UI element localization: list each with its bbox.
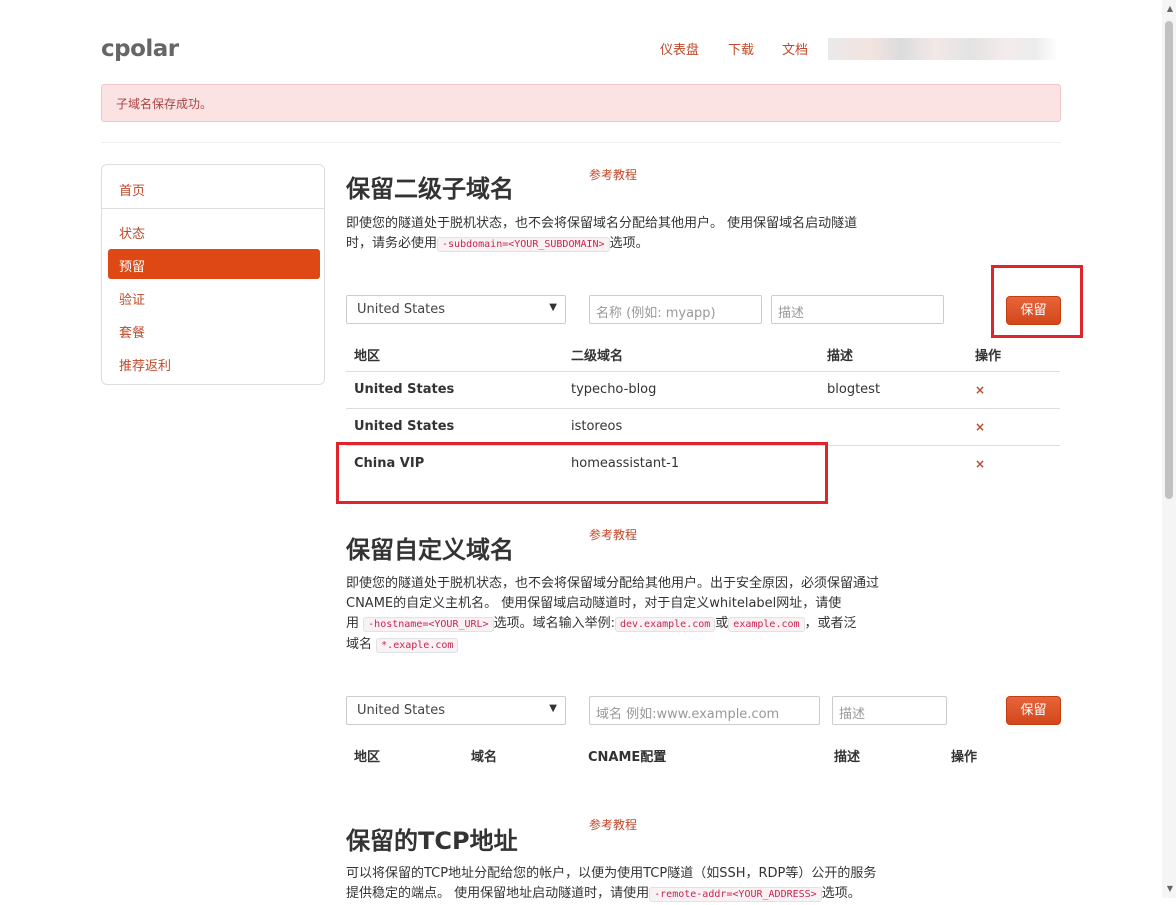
- alert-text: 子域名保存成功。: [116, 97, 213, 111]
- subdomain-title: 保留二级子域名: [346, 175, 514, 203]
- sidebar-item-reserved[interactable]: 预留: [108, 249, 320, 279]
- table-cell-region: United States: [354, 382, 455, 397]
- desc-text: 选项。: [821, 886, 861, 901]
- remote-addr-flag-code: -remote-addr=<YOUR_ADDRESS>: [649, 887, 822, 902]
- desc-text: 提供稳定的端点。 使用保留地址启动隧道时，请使用: [346, 886, 650, 901]
- sidebar-item-status[interactable]: 状态: [108, 216, 320, 246]
- delete-icon[interactable]: ×: [975, 457, 985, 471]
- custom-save-button[interactable]: 保留: [1006, 696, 1061, 725]
- custom-region-select[interactable]: United States ▼: [346, 696, 566, 725]
- highlight-box-row: [336, 442, 828, 504]
- nav-dashboard[interactable]: 仪表盘: [660, 39, 699, 58]
- col-header-subdomain: 二级域名: [571, 349, 624, 364]
- sidebar: 首页 状态 预留 验证 套餐 推荐返利: [101, 164, 325, 385]
- brand-logo[interactable]: cpolar: [101, 36, 179, 62]
- table-cell-subdomain: typecho-blog: [571, 382, 657, 397]
- divider: [101, 142, 1061, 143]
- hostname-flag-code: -hostname=<YOUR_URL>: [363, 617, 494, 632]
- desc-text: ，或者泛: [804, 616, 857, 631]
- col-header-actions: 操作: [975, 349, 1002, 364]
- sidebar-item-verify[interactable]: 验证: [108, 282, 320, 312]
- sidebar-item-home[interactable]: 首页: [108, 173, 320, 203]
- sidebar-item-plan[interactable]: 套餐: [108, 315, 320, 345]
- table-divider: [346, 408, 1060, 409]
- chevron-down-icon: ▼: [549, 302, 557, 313]
- custom-domain-input[interactable]: 域名 例如:www.example.com: [589, 696, 820, 725]
- custom-desc-line1: 即使您的隧道处于脱机状态，也不会将保留域分配给其他用户。出于安全原因，必须保留通…: [346, 576, 880, 591]
- example-domain-code: dev.example.com: [614, 617, 716, 632]
- desc-text: 用: [346, 616, 360, 631]
- delete-icon[interactable]: ×: [975, 420, 985, 434]
- custom-desc-line3: 用 -hostname=<YOUR_URL> 选项。域名输入举例: dev.exam…: [346, 614, 926, 635]
- tcp-title: 保留的TCP地址: [346, 827, 518, 855]
- subdomain-tutorial-link[interactable]: 参考教程: [589, 166, 637, 183]
- sidebar-item-referral[interactable]: 推荐返利: [108, 348, 320, 378]
- custom-domain-description: 即使您的隧道处于脱机状态，也不会将保留域分配给其他用户。出于安全原因，必须保留通…: [346, 574, 926, 656]
- scroll-up-icon[interactable]: ▲: [1167, 4, 1173, 13]
- col-header-description: 描述: [834, 750, 861, 765]
- highlight-box-save: [991, 265, 1083, 338]
- delete-icon[interactable]: ×: [975, 383, 985, 397]
- region-value: United States: [357, 703, 446, 718]
- subdomain-name-input[interactable]: 名称 (例如: myapp): [589, 295, 762, 324]
- subdomain-description: 即使您的隧道处于脱机状态，也不会将保留域名分配给其他用户。 使用保留域名启动隧道…: [346, 214, 926, 255]
- col-header-domain: 域名: [471, 750, 498, 765]
- col-header-cname: CNAME配置: [588, 750, 667, 765]
- col-header-region: 地区: [354, 750, 381, 765]
- desc-text: 或: [715, 616, 729, 631]
- scrollbar-thumb[interactable]: [1165, 21, 1173, 499]
- page-scrollbar[interactable]: ▲ ▼: [1162, 0, 1176, 898]
- table-divider: [346, 371, 1060, 372]
- desc-text: 选项。: [609, 236, 649, 251]
- custom-desc-input[interactable]: 描述: [832, 696, 947, 725]
- col-header-actions: 操作: [951, 750, 978, 765]
- subdomain-desc-line1: 即使您的隧道处于脱机状态，也不会将保留域名分配给其他用户。 使用保留域名启动隧道: [346, 216, 858, 231]
- table-cell-subdomain: istoreos: [571, 419, 623, 434]
- nav-download[interactable]: 下载: [728, 39, 754, 58]
- chevron-down-icon: ▼: [549, 703, 557, 714]
- tcp-desc-line2: 提供稳定的端点。 使用保留地址启动隧道时，请使用 -remote-addr=<YO…: [346, 884, 926, 905]
- col-header-region: 地区: [354, 349, 381, 364]
- tcp-tutorial-link[interactable]: 参考教程: [589, 816, 637, 833]
- nav-docs[interactable]: 文档: [782, 39, 808, 58]
- subdomain-desc-line2: 时，请务必使用 -subdomain=<YOUR_SUBDOMAIN> 选项。: [346, 234, 926, 255]
- desc-text: 选项。域名输入举例:: [493, 616, 615, 631]
- success-alert: 子域名保存成功。: [101, 84, 1061, 122]
- subdomain-flag-code: -subdomain=<YOUR_SUBDOMAIN>: [437, 237, 610, 252]
- scroll-down-icon[interactable]: ▼: [1167, 884, 1173, 893]
- subdomain-desc-input[interactable]: 描述: [771, 295, 944, 324]
- custom-desc-line2: CNAME的自定义主机名。 使用保留域启动隧道时，对于自定义whitelabel…: [346, 596, 842, 611]
- custom-desc-line4: 域名 *.exaple.com: [346, 635, 926, 656]
- tcp-description: 可以将保留的TCP地址分配给您的帐户，以便为使用TCP隧道（如SSH，RDP等）…: [346, 864, 926, 905]
- custom-domain-title: 保留自定义域名: [346, 536, 514, 564]
- region-value: United States: [357, 302, 446, 317]
- subdomain-region-select[interactable]: United States ▼: [346, 295, 566, 324]
- wildcard-domain-code: *.exaple.com: [376, 638, 459, 653]
- user-account-blurred[interactable]: [828, 38, 1058, 60]
- table-cell-description: blogtest: [827, 382, 881, 397]
- sidebar-divider: [102, 208, 324, 209]
- col-header-description: 描述: [827, 349, 854, 364]
- custom-domain-tutorial-link[interactable]: 参考教程: [589, 526, 637, 543]
- table-cell-region: United States: [354, 419, 455, 434]
- tcp-desc-line1: 可以将保留的TCP地址分配给您的帐户，以便为使用TCP隧道（如SSH，RDP等）…: [346, 866, 877, 881]
- desc-text: 域名: [346, 637, 373, 652]
- example-domain-code: example.com: [728, 617, 805, 632]
- desc-text: 时，请务必使用: [346, 236, 438, 251]
